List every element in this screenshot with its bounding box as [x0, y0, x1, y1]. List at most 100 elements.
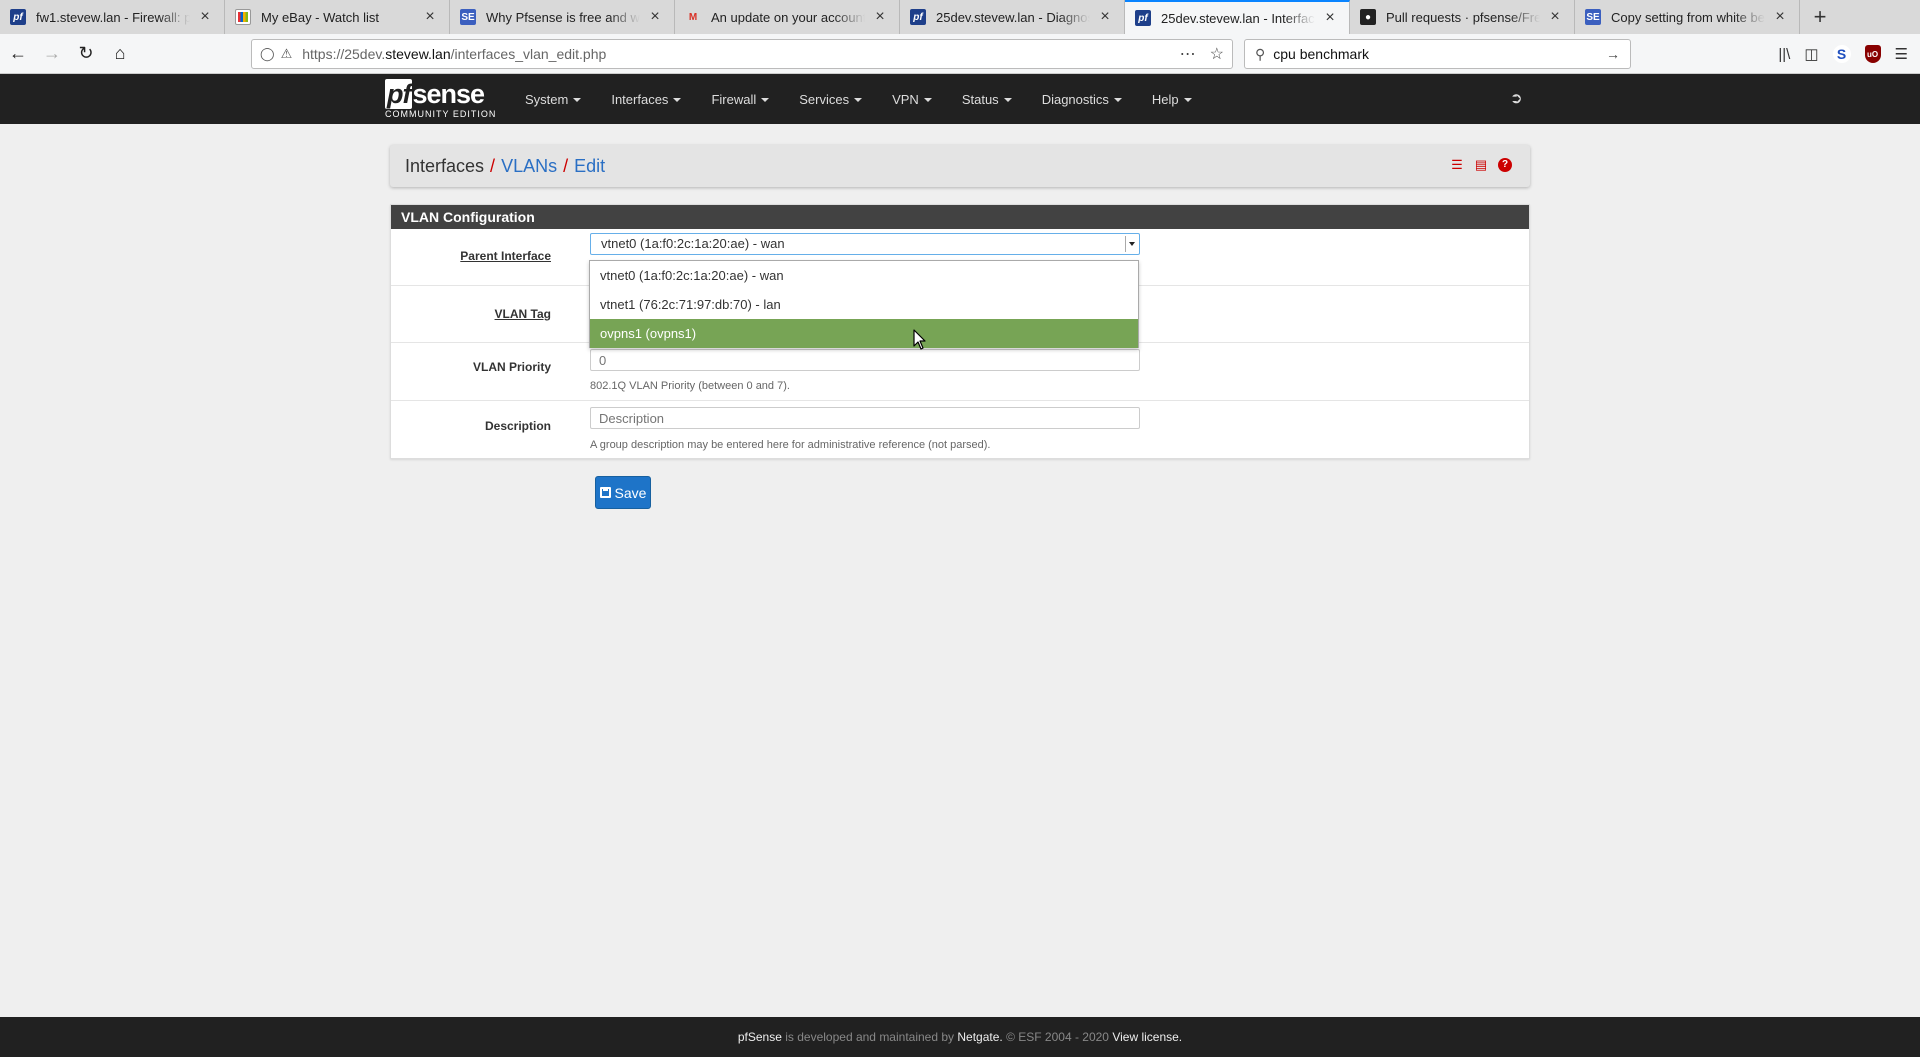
- tab-title: Pull requests · pfsense/Fre: [1386, 9, 1540, 25]
- description-input[interactable]: [590, 407, 1140, 429]
- breadcrumb-shortcuts: ☰ ▤ ?: [1450, 158, 1512, 172]
- menu-vpn[interactable]: VPN: [877, 92, 947, 107]
- description-label: Description: [484, 419, 551, 433]
- logout-icon[interactable]: ➲: [1510, 89, 1523, 107]
- description-help: A group description may be entered here …: [590, 439, 991, 451]
- browser-tab[interactable]: SE Why Pfsense is free and wh ×: [450, 0, 675, 34]
- browser-tab[interactable]: SE Copy setting from white be ×: [1575, 0, 1800, 34]
- bookmark-star-icon[interactable]: ☆: [1210, 44, 1224, 64]
- browser-tab[interactable]: pf fw1.stevew.lan - Firewall: p ×: [0, 0, 225, 34]
- browser-tab[interactable]: ● Pull requests · pfsense/Fre ×: [1350, 0, 1575, 34]
- menu-firewall[interactable]: Firewall: [696, 92, 784, 107]
- menu-status[interactable]: Status: [947, 92, 1027, 107]
- forward-arrow-icon[interactable]: →: [36, 38, 68, 70]
- chevron-down-icon[interactable]: [1125, 236, 1137, 252]
- menu-interfaces[interactable]: Interfaces: [596, 92, 696, 107]
- menu-label: System: [525, 91, 569, 107]
- breadcrumb-separator: /: [563, 155, 569, 176]
- tab-title: Copy setting from white be: [1611, 9, 1765, 25]
- browser-tab[interactable]: pf 25dev.stevew.lan - Diagnos ×: [900, 0, 1125, 34]
- breadcrumb: Interfaces / VLANs / Edit ☰ ▤ ?: [390, 145, 1530, 187]
- dropdown-option-ovpns1[interactable]: ovpns1 (ovpns1): [590, 319, 1138, 348]
- breadcrumb-edit-link[interactable]: Edit: [574, 156, 605, 177]
- hamburger-menu-icon[interactable]: ☰: [1895, 45, 1908, 63]
- tab-title: An update on your account: [711, 9, 865, 25]
- sidebar-icon[interactable]: ◫: [1804, 45, 1818, 63]
- menu-diagnostics[interactable]: Diagnostics: [1027, 92, 1137, 107]
- extension-s-icon[interactable]: S: [1832, 45, 1851, 63]
- save-label: Save: [614, 484, 647, 501]
- search-bar[interactable]: ⚲ cpu benchmark →: [1244, 39, 1631, 69]
- menu-system[interactable]: System: [510, 92, 596, 107]
- url-security-icons: ◯ ⚠: [260, 46, 292, 62]
- pfsense-main-menu: System Interfaces Firewall Services VPN …: [510, 74, 1207, 124]
- parent-interface-select[interactable]: vtnet0 (1a:f0:2c:1a:20:ae) - wan: [590, 233, 1140, 255]
- back-arrow-icon[interactable]: ←: [2, 38, 34, 70]
- reload-icon[interactable]: ↻: [70, 38, 102, 70]
- menu-help[interactable]: Help: [1137, 92, 1207, 107]
- close-icon[interactable]: ×: [1096, 8, 1114, 26]
- breadcrumb-vlans-link[interactable]: VLANs: [501, 156, 557, 177]
- url-prefix: https://25dev.: [302, 46, 386, 62]
- url-text: https://25dev.stevew.lan/interfaces_vlan…: [302, 46, 606, 62]
- caret-down-icon: [573, 98, 582, 103]
- vlan-tag-label: VLAN Tag: [494, 307, 551, 321]
- ublock-icon[interactable]: uO: [1864, 45, 1881, 63]
- new-tab-button[interactable]: +: [1800, 0, 1840, 34]
- parent-interface-dropdown: vtnet0 (1a:f0:2c:1a:20:ae) - wan vtnet1 …: [589, 260, 1139, 348]
- pfsense-logo[interactable]: pfsense COMMUNITY EDITION: [385, 79, 496, 119]
- footer-copyright: © ESF 2004 - 2020: [1002, 1030, 1113, 1044]
- search-go-arrow-icon[interactable]: →: [1606, 46, 1620, 62]
- pfsense-icon: pf: [10, 9, 26, 25]
- shield-icon[interactable]: ◯: [260, 46, 275, 62]
- browser-tab-active[interactable]: pf 25dev.stevew.lan - Interfac ×: [1125, 0, 1350, 34]
- caret-down-icon: [761, 98, 770, 103]
- stackexchange-icon: SE: [1585, 9, 1601, 25]
- bar-chart-icon[interactable]: ▤: [1474, 158, 1488, 172]
- menu-label: Interfaces: [611, 91, 669, 107]
- close-icon[interactable]: ×: [421, 8, 439, 26]
- browser-tab[interactable]: My eBay - Watch list ×: [225, 0, 450, 34]
- logo-word: pfsense: [385, 79, 496, 109]
- breadcrumb-separator: /: [490, 155, 496, 176]
- pfsense-navbar: pfsense COMMUNITY EDITION System Interfa…: [0, 74, 1920, 124]
- save-floppy-icon: [599, 487, 611, 498]
- close-icon[interactable]: ×: [1321, 9, 1339, 27]
- close-icon[interactable]: ×: [196, 8, 214, 26]
- url-domain: stevew.lan: [385, 46, 451, 62]
- close-icon[interactable]: ×: [1546, 8, 1564, 26]
- footer-license-link[interactable]: View license.: [1112, 1030, 1182, 1044]
- home-icon[interactable]: ⌂: [104, 38, 136, 70]
- vlan-priority-input[interactable]: [590, 349, 1140, 371]
- caret-down-icon: [1183, 98, 1192, 103]
- save-button[interactable]: Save: [595, 476, 651, 509]
- tab-title: Why Pfsense is free and wh: [486, 9, 640, 25]
- menu-label: Help: [1151, 91, 1179, 107]
- menu-label: VPN: [892, 91, 919, 107]
- browser-tab[interactable]: M An update on your account ×: [675, 0, 900, 34]
- close-icon[interactable]: ×: [1771, 8, 1789, 26]
- url-bar[interactable]: ◯ ⚠ https://25dev.stevew.lan/interfaces_…: [251, 39, 1233, 69]
- menu-services[interactable]: Services: [784, 92, 877, 107]
- breadcrumb-interfaces: Interfaces: [405, 155, 485, 176]
- tab-title: fw1.stevew.lan - Firewall: p: [36, 9, 190, 25]
- library-icon[interactable]: ||\: [1778, 46, 1790, 63]
- help-icon[interactable]: ?: [1498, 158, 1512, 172]
- caret-down-icon: [1113, 98, 1122, 103]
- lock-warning-icon[interactable]: ⚠: [281, 46, 293, 62]
- settings-sliders-icon[interactable]: ☰: [1450, 158, 1464, 172]
- close-icon[interactable]: ×: [871, 8, 889, 26]
- search-input-value[interactable]: cpu benchmark: [1273, 46, 1369, 62]
- gmail-icon: M: [688, 11, 698, 23]
- footer-netgate-link[interactable]: Netgate.: [957, 1030, 1002, 1044]
- mouse-cursor-icon: [913, 329, 926, 350]
- dropdown-option-vtnet0[interactable]: vtnet0 (1a:f0:2c:1a:20:ae) - wan: [590, 261, 1138, 290]
- footer-brand[interactable]: pfSense: [738, 1030, 782, 1044]
- logo-sense: sense: [412, 79, 485, 109]
- page-actions-icon[interactable]: ⋯: [1180, 44, 1196, 64]
- vlan-priority-label: VLAN Priority: [472, 360, 551, 374]
- description-row: Description A group description may be e…: [391, 401, 1529, 458]
- close-icon[interactable]: ×: [646, 8, 664, 26]
- footer-text: is developed and maintained by: [781, 1030, 958, 1044]
- dropdown-option-vtnet1[interactable]: vtnet1 (76:2c:71:97:db:70) - lan: [590, 290, 1138, 319]
